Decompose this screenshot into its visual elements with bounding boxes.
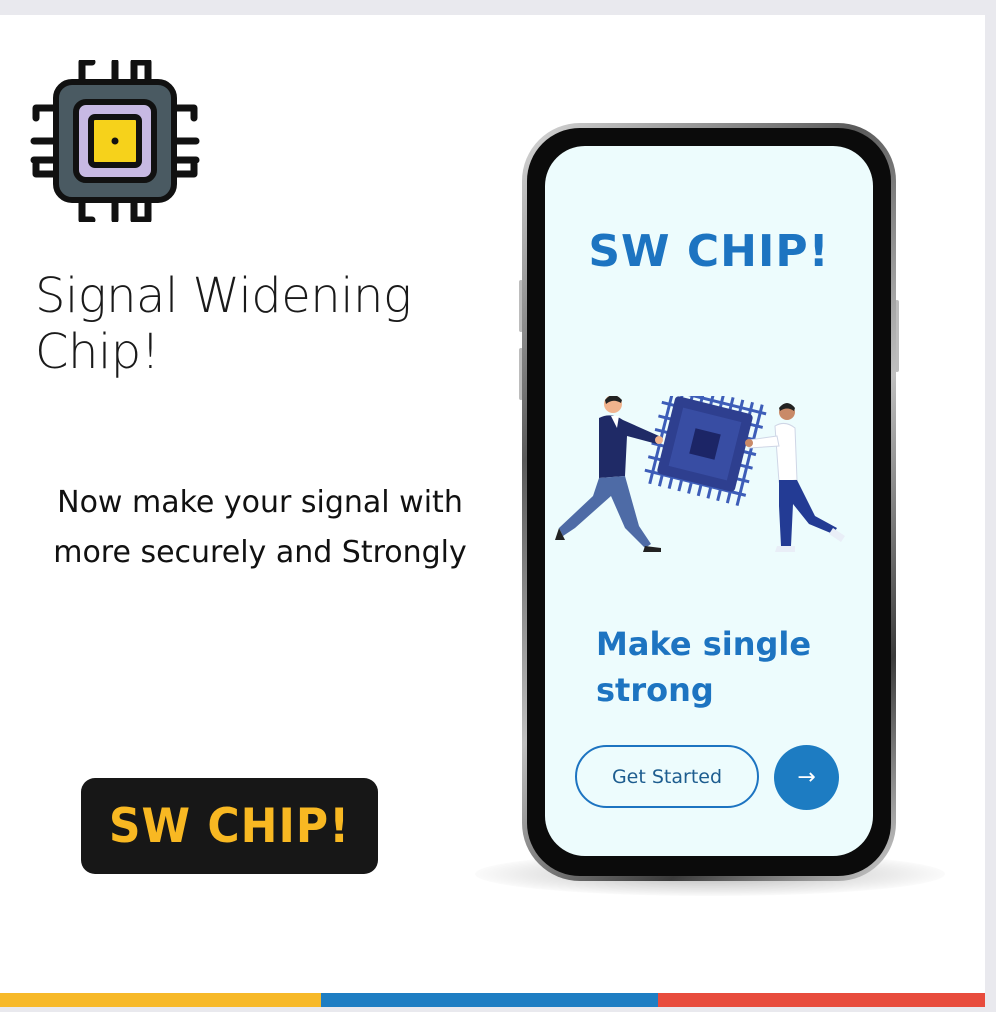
- arrow-right-icon: →: [797, 765, 816, 790]
- phone-screen: SW CHIP! Make single strong Get Started …: [545, 146, 873, 856]
- screen-headline: Make single strong: [596, 625, 812, 709]
- next-button[interactable]: →: [774, 745, 839, 810]
- hero-headline: Signal Widening Chip!: [35, 268, 412, 380]
- get-started-button[interactable]: Get Started: [575, 745, 759, 808]
- stripe-red: [658, 993, 985, 1007]
- page-gutter: [985, 15, 996, 1012]
- hero-subtext: Now make your signal with more securely …: [53, 485, 467, 570]
- stripe-yellow: [0, 993, 321, 1007]
- microchip-icon: [30, 60, 200, 222]
- people-carrying-chip-illustration: [555, 396, 845, 552]
- screen-title: SW CHIP!: [588, 226, 830, 277]
- stripe-blue: [321, 993, 658, 1007]
- sw-chip-badge: SW CHIP!: [81, 778, 378, 874]
- badge-label: SW CHIP!: [108, 798, 351, 854]
